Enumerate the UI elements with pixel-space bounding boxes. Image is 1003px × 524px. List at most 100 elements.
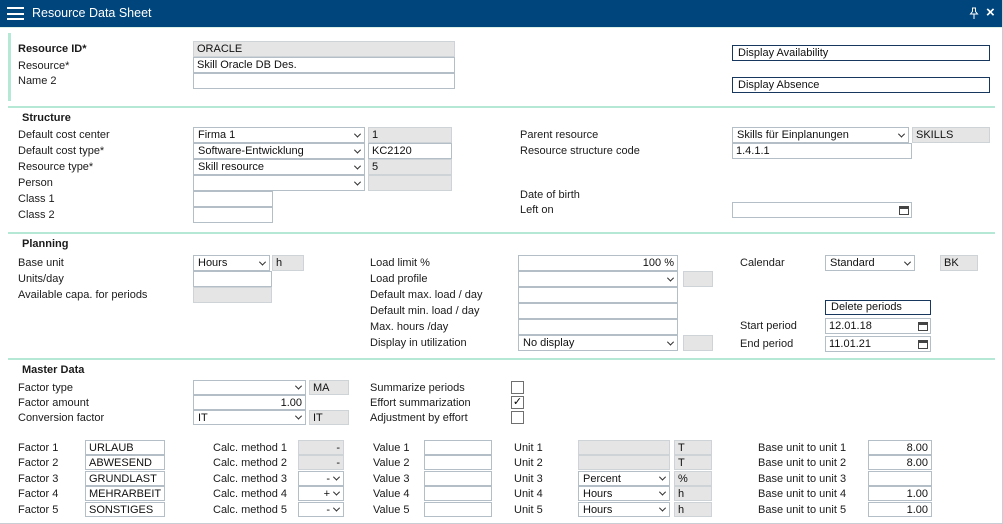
- unit-2-label: Unit 2: [514, 457, 543, 470]
- master-data-section-title: Master Data: [22, 364, 84, 377]
- end-period-date-field[interactable]: 11.01.21: [825, 336, 931, 352]
- load-limit-input[interactable]: [518, 255, 678, 271]
- pin-icon[interactable]: [968, 7, 980, 25]
- base-unit-to-unit-2-label: Base unit to unit 2: [758, 457, 846, 470]
- unit-2-field: [578, 455, 670, 470]
- calc-method-4-dropdown[interactable]: +: [298, 486, 344, 501]
- person-dropdown[interactable]: [193, 175, 365, 191]
- base-unit-to-unit-2-input[interactable]: [868, 455, 932, 470]
- factor-2-input[interactable]: [85, 455, 165, 470]
- calc-method-3-dropdown[interactable]: -: [298, 471, 344, 486]
- conversion-factor-label: Conversion factor: [18, 412, 104, 425]
- load-profile-dropdown[interactable]: [518, 271, 678, 287]
- calc-method-2-field: -: [298, 455, 344, 470]
- delete-periods-button[interactable]: Delete periods: [825, 300, 931, 315]
- value-3-input[interactable]: [424, 471, 492, 486]
- base-unit-to-unit-4-input[interactable]: [868, 486, 932, 501]
- value-4-input[interactable]: [424, 486, 492, 501]
- base-unit-label: Base unit: [18, 257, 64, 270]
- unit-3-value: Percent: [583, 473, 621, 485]
- adjustment-by-effort-label: Adjustment by effort: [370, 412, 468, 425]
- calendar-icon[interactable]: [918, 322, 928, 331]
- unit-4-dropdown[interactable]: Hours: [578, 486, 670, 501]
- base-unit-code: h: [272, 255, 304, 271]
- chevron-down-icon: [259, 258, 266, 265]
- unit-3-label: Unit 3: [514, 473, 543, 486]
- value-2-input[interactable]: [424, 455, 492, 470]
- menu-icon[interactable]: [7, 7, 24, 20]
- close-icon[interactable]: ×: [986, 4, 995, 22]
- resource-type-code: 5: [368, 159, 452, 175]
- value-1-input[interactable]: [424, 440, 492, 455]
- adjustment-by-effort-checkbox[interactable]: [511, 411, 524, 424]
- factor-amount-label: Factor amount: [18, 397, 89, 410]
- factor-2-label: Factor 2: [18, 457, 58, 470]
- available-capa-field: [193, 287, 272, 303]
- resource-input[interactable]: [193, 57, 455, 73]
- max-hours-day-input[interactable]: [518, 319, 678, 335]
- chevron-down-icon: [667, 274, 674, 281]
- person-label: Person: [18, 177, 53, 190]
- calendar-icon[interactable]: [918, 340, 928, 349]
- calc-method-1-label: Calc. method 1: [213, 442, 287, 455]
- calendar-dropdown[interactable]: Standard: [825, 255, 915, 271]
- value-2-label: Value 2: [373, 457, 410, 470]
- unit-4-value: Hours: [583, 488, 612, 500]
- unit-4-code: h: [674, 486, 712, 501]
- base-unit-to-unit-5-input[interactable]: [868, 502, 932, 517]
- effort-summarization-checkbox[interactable]: ✓: [511, 396, 524, 409]
- factor-5-input[interactable]: [85, 502, 165, 517]
- base-unit-to-unit-3-input[interactable]: [868, 471, 932, 486]
- calendar-code: BK: [940, 255, 978, 271]
- value-5-input[interactable]: [424, 502, 492, 517]
- base-unit-dropdown[interactable]: Hours: [193, 255, 270, 271]
- factor-1-input[interactable]: [85, 440, 165, 455]
- calc-method-5-label: Calc. method 5: [213, 504, 287, 517]
- resource-structure-code-input[interactable]: [732, 143, 912, 159]
- left-on-date-field[interactable]: [732, 202, 912, 218]
- display-absence-button[interactable]: Display Absence: [732, 77, 990, 93]
- factor-type-label: Factor type: [18, 382, 73, 395]
- resource-type-dropdown[interactable]: Skill resource: [193, 159, 365, 175]
- units-per-day-input[interactable]: [193, 271, 272, 287]
- value-5-label: Value 5: [373, 504, 410, 517]
- unit-3-dropdown[interactable]: Percent: [578, 471, 670, 486]
- calc-method-3-label: Calc. method 3: [213, 473, 287, 486]
- display-availability-button[interactable]: Display Availability: [732, 45, 990, 61]
- base-unit-to-unit-1-input[interactable]: [868, 440, 932, 455]
- calc-method-5-dropdown[interactable]: -: [298, 502, 344, 517]
- name2-label: Name 2: [18, 75, 57, 88]
- factor-4-input[interactable]: [85, 486, 165, 501]
- class1-input[interactable]: [193, 191, 273, 207]
- unit-5-dropdown[interactable]: Hours: [578, 502, 670, 517]
- chevron-down-icon: [354, 178, 361, 185]
- display-in-utilization-dropdown[interactable]: No display: [518, 335, 678, 351]
- chevron-down-icon: [354, 162, 361, 169]
- calendar-icon[interactable]: [899, 206, 909, 215]
- conversion-factor-dropdown[interactable]: IT: [193, 410, 306, 425]
- chevron-down-icon: [354, 130, 361, 137]
- summarize-periods-checkbox[interactable]: [511, 381, 524, 394]
- chevron-down-icon: [659, 474, 666, 481]
- default-min-load-input[interactable]: [518, 303, 678, 319]
- person-code: [368, 175, 452, 191]
- default-cost-center-dropdown[interactable]: Firma 1: [193, 127, 365, 143]
- factor-type-dropdown[interactable]: [193, 380, 306, 395]
- name2-input[interactable]: [193, 73, 455, 89]
- chevron-down-icon: [295, 413, 302, 420]
- factor-3-input[interactable]: [85, 471, 165, 486]
- effort-summarization-label: Effort summarization: [370, 397, 471, 410]
- default-cost-type-code-input[interactable]: [368, 143, 452, 159]
- factor-amount-input[interactable]: [193, 395, 306, 410]
- start-period-value: 12.01.18: [829, 320, 872, 332]
- default-cost-center-label: Default cost center: [18, 129, 110, 142]
- parent-resource-value: Skills für Einplanungen: [737, 129, 849, 141]
- class2-input[interactable]: [193, 207, 273, 223]
- factor-type-code: MA: [309, 380, 349, 395]
- default-cost-type-dropdown[interactable]: Software-Entwicklung: [193, 143, 365, 159]
- chevron-down-icon: [898, 130, 905, 137]
- start-period-date-field[interactable]: 12.01.18: [825, 318, 931, 334]
- default-max-load-input[interactable]: [518, 287, 678, 303]
- parent-resource-dropdown[interactable]: Skills für Einplanungen: [732, 127, 909, 143]
- divider: [0, 27, 1003, 28]
